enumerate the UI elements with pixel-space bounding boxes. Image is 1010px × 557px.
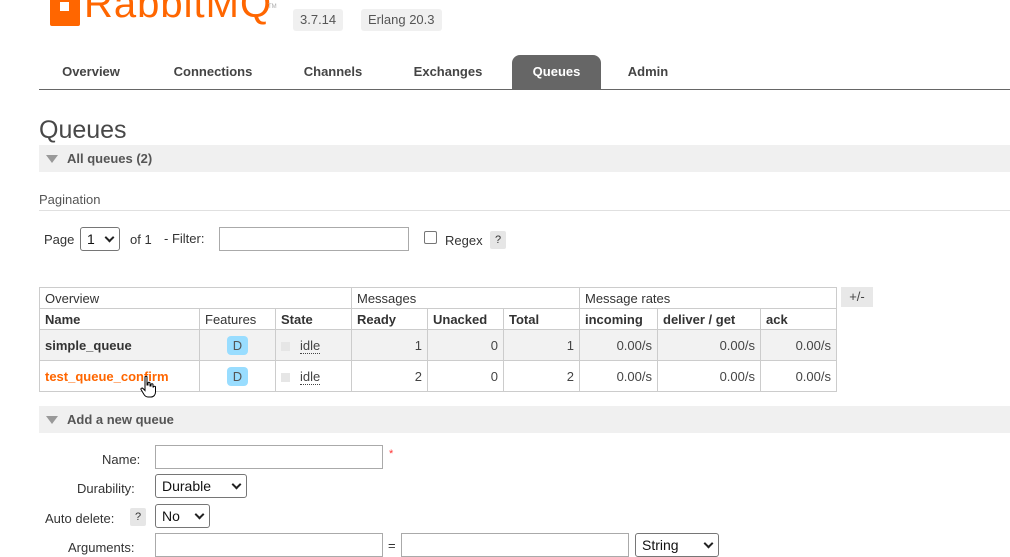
tab-exchanges[interactable]: Exchanges <box>393 55 503 89</box>
state-indicator-icon <box>281 372 290 382</box>
page-select[interactable]: 1 <box>80 227 120 251</box>
incoming-rate: 0.00/s <box>579 329 658 361</box>
page-title: Queues <box>39 116 127 144</box>
regex-label: Regex <box>445 233 483 248</box>
regex-help-button[interactable]: ? <box>490 231 506 249</box>
auto-delete-select[interactable]: No <box>155 504 210 528</box>
argument-value-input[interactable] <box>401 533 629 557</box>
chevron-down-icon <box>104 232 115 243</box>
ready-count: 2 <box>351 360 428 392</box>
tab-queues[interactable]: Queues <box>512 55 601 89</box>
group-header-overview: Overview <box>39 287 352 309</box>
pagination-heading: Pagination <box>39 192 101 207</box>
all-queues-label: All queues (2) <box>67 151 153 166</box>
add-queue-section-toggle[interactable]: Add a new queue <box>39 406 1010 433</box>
filter-label: - Filter: <box>164 231 205 246</box>
auto-delete-help-button[interactable]: ? <box>130 508 146 526</box>
chevron-down-icon <box>231 479 242 490</box>
deliver-get-rate: 0.00/s <box>657 329 761 361</box>
column-toggle-button[interactable]: +/- <box>841 287 873 307</box>
page-label: Page <box>44 232 75 247</box>
durability-label: Durability: <box>77 481 135 496</box>
column-header-incoming[interactable]: incoming <box>579 308 658 330</box>
column-header-name[interactable]: Name <box>39 308 200 330</box>
page-select-value: 1 <box>87 231 95 247</box>
table-row: simple_queue D idle 1 0 1 0.00/s 0.00/s … <box>39 329 837 361</box>
column-header-state[interactable]: State <box>275 308 352 330</box>
column-header-total[interactable]: Total <box>503 308 580 330</box>
filter-input[interactable] <box>219 227 409 251</box>
table-row: test_queue_confirm D idle 2 0 2 0.00/s 0… <box>39 360 837 392</box>
auto-delete-label: Auto delete: <box>45 511 115 526</box>
tab-admin[interactable]: Admin <box>611 55 685 89</box>
column-header-ready[interactable]: Ready <box>351 308 428 330</box>
rabbitmq-logo[interactable]: RabbitMQ TM <box>50 0 280 26</box>
column-header-deliver-get[interactable]: deliver / get <box>657 308 761 330</box>
durability-select[interactable]: Durable <box>155 474 247 498</box>
tab-connections[interactable]: Connections <box>153 55 273 89</box>
queue-name-link[interactable]: simple_queue <box>45 338 132 353</box>
main-nav-tabs: Overview Connections Channels Exchanges … <box>39 55 1010 90</box>
equals-sign: = <box>388 538 396 553</box>
unacked-count: 0 <box>427 360 504 392</box>
durable-feature-badge[interactable]: D <box>227 366 248 386</box>
durable-feature-badge[interactable]: D <box>227 335 248 355</box>
group-header-message-rates: Message rates <box>579 287 837 309</box>
auto-delete-select-value: No <box>162 508 180 524</box>
column-header-features: Features <box>199 308 276 330</box>
ready-count: 1 <box>351 329 428 361</box>
durability-select-value: Durable <box>162 478 212 494</box>
all-queues-section-toggle[interactable]: All queues (2) <box>39 145 1010 172</box>
incoming-rate: 0.00/s <box>579 360 658 392</box>
queue-name-input[interactable] <box>155 445 383 469</box>
deliver-get-rate: 0.00/s <box>657 360 761 392</box>
state-indicator-icon <box>281 341 290 351</box>
hand-pointer-cursor-icon <box>140 376 156 398</box>
collapse-triangle-icon <box>46 416 58 424</box>
group-header-messages: Messages <box>351 287 580 309</box>
collapse-triangle-icon <box>46 155 58 163</box>
logo-text: RabbitMQ <box>84 0 273 26</box>
add-queue-label: Add a new queue <box>67 412 174 427</box>
name-field-label: Name: <box>102 452 141 467</box>
argument-type-select-value: String <box>642 537 679 553</box>
version-badge: 3.7.14 <box>293 9 344 31</box>
total-count: 2 <box>503 360 580 392</box>
rabbit-logo-icon <box>50 0 80 26</box>
column-header-unacked[interactable]: Unacked <box>427 308 504 330</box>
required-marker: * <box>389 448 394 460</box>
queues-table: Overview Messages Message rates Name Fea… <box>39 287 837 392</box>
logo-trademark: TM <box>268 4 277 10</box>
chevron-down-icon <box>703 538 714 549</box>
argument-key-input[interactable] <box>155 533 383 557</box>
chevron-down-icon <box>194 509 205 520</box>
regex-checkbox[interactable] <box>424 231 437 244</box>
queue-state[interactable]: idle <box>300 368 321 385</box>
ack-rate: 0.00/s <box>760 329 837 361</box>
queue-state[interactable]: idle <box>300 337 321 354</box>
divider <box>39 210 1010 211</box>
column-header-ack[interactable]: ack <box>760 308 837 330</box>
argument-type-select[interactable]: String <box>635 533 719 557</box>
total-count: 1 <box>503 329 580 361</box>
tab-overview[interactable]: Overview <box>39 55 143 89</box>
tab-channels[interactable]: Channels <box>283 55 383 89</box>
page-of-label: of 1 <box>130 232 152 247</box>
unacked-count: 0 <box>427 329 504 361</box>
arguments-label: Arguments: <box>68 540 135 555</box>
erlang-version-badge: Erlang 20.3 <box>361 9 442 31</box>
ack-rate: 0.00/s <box>760 360 837 392</box>
